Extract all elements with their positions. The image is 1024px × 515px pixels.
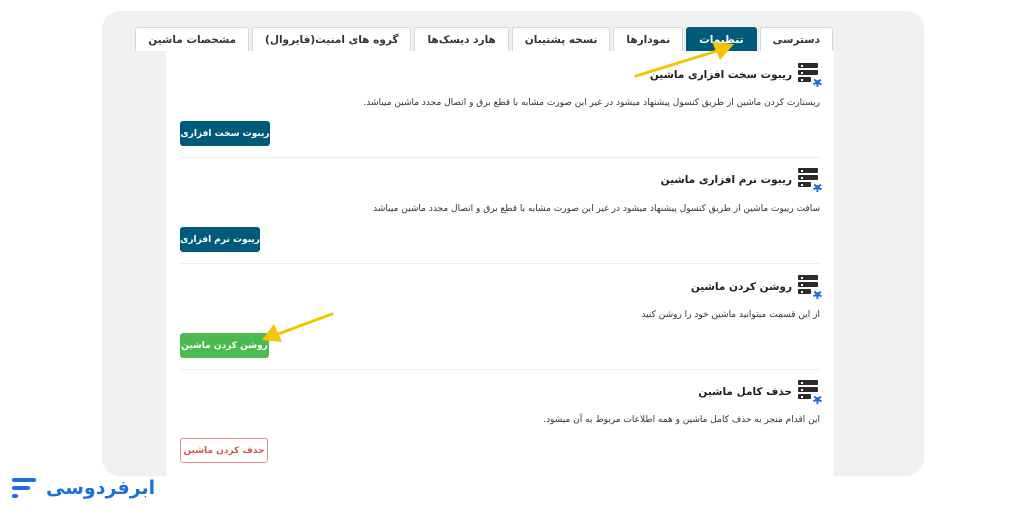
- tab-security-groups[interactable]: گروه های امنیت(فایروال): [252, 27, 412, 51]
- soft-reboot-title: ریبوت نرم افزاری ماشین: [660, 174, 792, 186]
- delete-button[interactable]: حذف کردن ماشین: [180, 438, 268, 463]
- delete-title: حذف کامل ماشین: [698, 386, 792, 398]
- server-settings-icon: [798, 168, 822, 192]
- power-on-description: از این قسمت میتوانید ماشین خود را روشن ک…: [641, 310, 820, 320]
- delete-description: این اقدام منجر به حذف کامل ماشین و همه ا…: [543, 415, 820, 425]
- settings-panel: ریبوت سخت افزاری ماشین ریستارت کردن ماشی…: [166, 51, 834, 476]
- tab-machine-specs[interactable]: مشخصات ماشین: [135, 27, 250, 51]
- soft-reboot-section: ریبوت نرم افزاری ماشین سافت ریبوت ماشین …: [180, 168, 822, 264]
- brand-logo: ابرفردوسی: [12, 476, 155, 500]
- hard-reboot-button[interactable]: ریبوت سخت افزاری: [180, 121, 270, 146]
- server-settings-icon: [798, 380, 822, 404]
- hard-reboot-description: ریستارت کردن ماشین از طریق کنسول پیشنهاد…: [363, 98, 820, 108]
- tab-backup[interactable]: نسخه پشتیبان: [511, 27, 611, 51]
- server-settings-icon: [798, 63, 822, 87]
- delete-section: حذف کامل ماشین این اقدام منجر به حذف کام…: [180, 380, 822, 470]
- power-on-header: روشن کردن ماشین: [690, 275, 822, 299]
- soft-reboot-button[interactable]: ریبوت نرم افزاری: [180, 227, 260, 252]
- arrow-to-settings-tab-icon: [634, 42, 734, 78]
- brand-mark-icon: [12, 476, 38, 500]
- tab-hard-disks[interactable]: هارد دیسک‌ها: [414, 27, 509, 51]
- server-settings-icon: [798, 275, 822, 299]
- tab-access[interactable]: دسترسی: [759, 27, 833, 51]
- power-on-title: روشن کردن ماشین: [690, 281, 792, 293]
- brand-name: ابرفردوسی: [46, 477, 156, 499]
- soft-reboot-header: ریبوت نرم افزاری ماشین: [660, 168, 822, 192]
- soft-reboot-description: سافت ریبوت ماشین از طریق کنسول پیشنهاد م…: [373, 204, 820, 214]
- power-on-button[interactable]: روشن کردن ماشین: [180, 333, 269, 358]
- delete-header: حذف کامل ماشین: [698, 380, 822, 404]
- arrow-to-power-on-button-icon: [262, 312, 334, 342]
